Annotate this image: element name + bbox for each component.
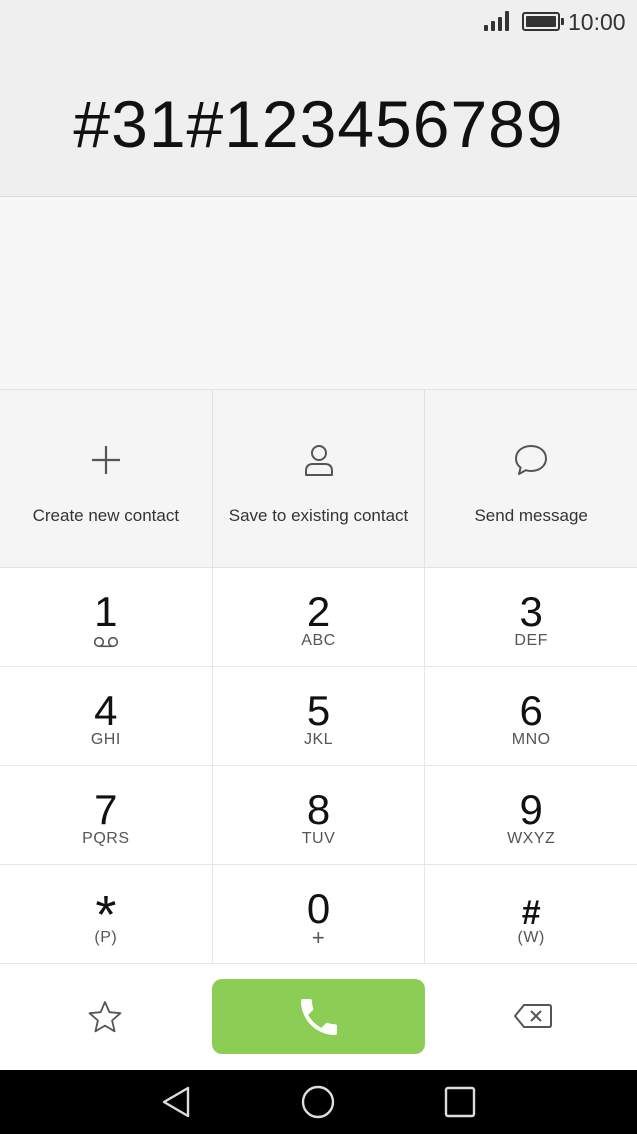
key-letters: (P) bbox=[94, 929, 118, 946]
keypad-row: 1 2 ABC 3 DEF bbox=[0, 568, 637, 667]
create-new-contact-button[interactable]: Create new contact bbox=[0, 390, 213, 567]
key-letters: JKL bbox=[303, 731, 334, 748]
key-letters: DEF bbox=[514, 632, 548, 649]
send-message-button[interactable]: Send message bbox=[425, 390, 637, 567]
key-digit: 6 bbox=[519, 687, 543, 734]
dialer-bottom-bar bbox=[0, 964, 637, 1070]
key-1[interactable]: 1 bbox=[0, 568, 213, 666]
dialed-number-display: #31#123456789 bbox=[0, 44, 637, 197]
key-letters: PQRS bbox=[82, 830, 130, 847]
suggestions-area bbox=[0, 197, 637, 390]
person-icon bbox=[304, 445, 333, 476]
star-icon[interactable] bbox=[85, 998, 125, 1038]
key-letters: TUV bbox=[301, 830, 336, 847]
key-digit: 5 bbox=[306, 687, 331, 734]
key-digit: 9 bbox=[519, 786, 543, 833]
key-digit: 8 bbox=[306, 786, 331, 833]
voicemail-icon bbox=[93, 636, 118, 648]
send-message-label: Send message bbox=[474, 506, 588, 525]
key-digit: 4 bbox=[94, 687, 118, 734]
key-digit: 7 bbox=[94, 786, 118, 833]
key-digit: 1 bbox=[94, 588, 118, 635]
key-letters: WXYZ bbox=[507, 830, 556, 847]
battery-icon bbox=[522, 12, 564, 31]
key-digit: 3 bbox=[519, 588, 543, 635]
key-9[interactable]: 9 WXYZ bbox=[425, 766, 637, 864]
phone-icon bbox=[301, 999, 337, 1035]
key-letters: + bbox=[311, 925, 326, 950]
keypad-row: 4 GHI 5 JKL 6 MNO bbox=[0, 667, 637, 766]
key-5[interactable]: 5 JKL bbox=[213, 667, 426, 765]
key-letters: (W) bbox=[517, 929, 545, 946]
key-8[interactable]: 8 TUV bbox=[213, 766, 426, 864]
status-time: 10:00 bbox=[568, 9, 626, 35]
call-button[interactable] bbox=[212, 979, 425, 1054]
status-bar: 10:00 bbox=[0, 0, 637, 44]
key-4[interactable]: 4 GHI bbox=[0, 667, 213, 765]
key-7[interactable]: 7 PQRS bbox=[0, 766, 213, 864]
key-letters: MNO bbox=[511, 731, 551, 748]
key-hash[interactable]: # (W) bbox=[425, 865, 637, 963]
keypad-row: 7 PQRS 8 TUV 9 WXYZ bbox=[0, 766, 637, 865]
save-to-existing-contact-button[interactable]: Save to existing contact bbox=[213, 390, 426, 567]
back-triangle-icon[interactable] bbox=[158, 1084, 194, 1120]
recents-square-icon[interactable] bbox=[442, 1084, 478, 1120]
key-letters: GHI bbox=[90, 731, 121, 748]
home-circle-icon[interactable] bbox=[300, 1084, 336, 1120]
dial-keypad: 1 2 ABC 3 DEF 4 GHI 5 JKL 6 MNO 7 PQRS 8… bbox=[0, 568, 637, 964]
key-star[interactable]: * (P) bbox=[0, 865, 213, 963]
dialed-number: #31#123456789 bbox=[73, 87, 564, 161]
key-3[interactable]: 3 DEF bbox=[425, 568, 637, 666]
key-0[interactable]: 0 + bbox=[213, 865, 426, 963]
plus-icon bbox=[91, 446, 120, 474]
keypad-row: * (P) 0 + # (W) bbox=[0, 865, 637, 964]
backspace-icon[interactable] bbox=[512, 1000, 554, 1032]
key-digit: 2 bbox=[306, 588, 331, 635]
save-to-existing-contact-label: Save to existing contact bbox=[228, 506, 409, 525]
key-6[interactable]: 6 MNO bbox=[425, 667, 637, 765]
key-2[interactable]: 2 ABC bbox=[213, 568, 426, 666]
key-letters: ABC bbox=[301, 632, 336, 649]
signal-icon bbox=[484, 11, 512, 31]
chat-bubble-icon bbox=[515, 445, 548, 475]
system-nav-bar bbox=[0, 1070, 637, 1134]
create-new-contact-label: Create new contact bbox=[32, 506, 180, 525]
number-actions: Create new contact Save to existing cont… bbox=[0, 390, 637, 568]
